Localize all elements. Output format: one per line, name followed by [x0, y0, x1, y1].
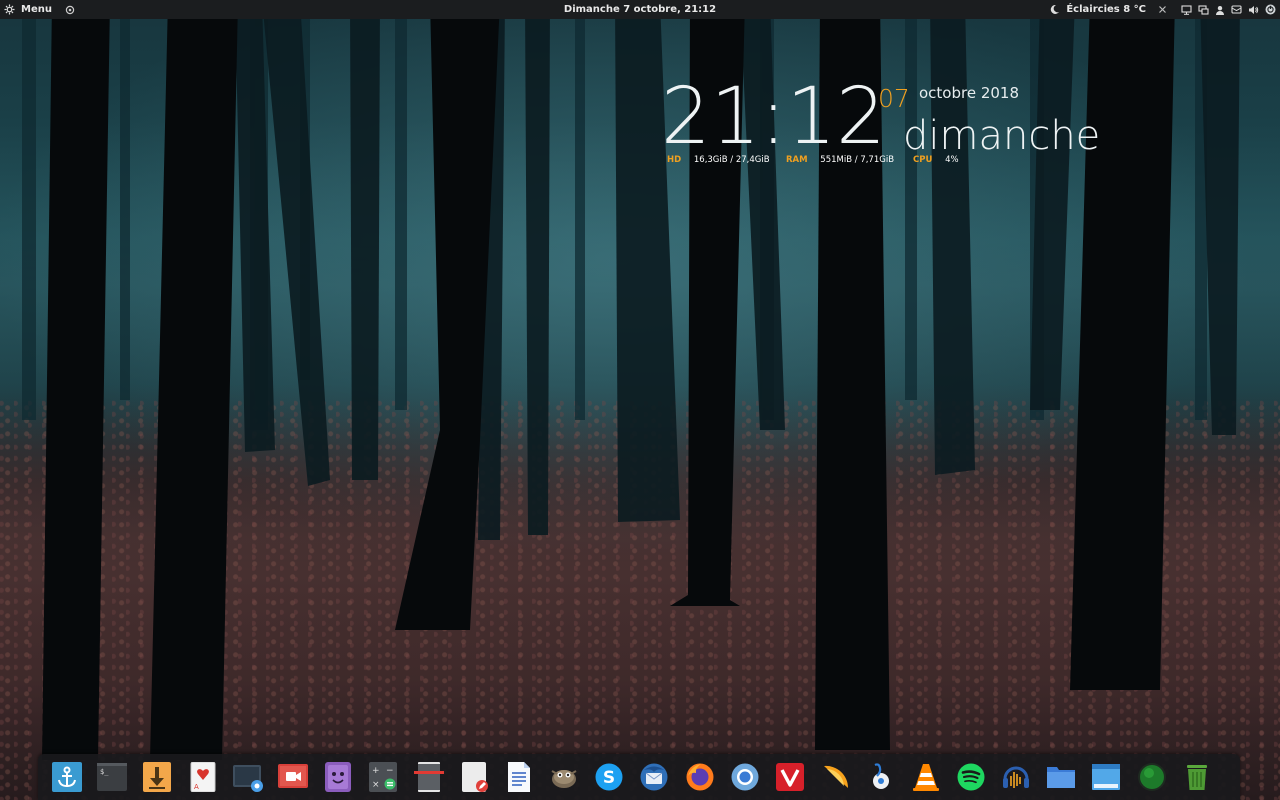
dock-item-firefox[interactable]: [685, 761, 715, 793]
spotify-icon: [957, 763, 985, 791]
dock-item-gimp[interactable]: [549, 761, 579, 793]
text-editor-icon: [461, 762, 488, 792]
gnome-maps-icon: [873, 763, 890, 789]
svg-text:$_: $_: [100, 768, 109, 776]
document-scanner-icon: [413, 762, 444, 792]
svg-text:A: A: [194, 783, 199, 791]
dock-item-solitaire[interactable]: A: [188, 761, 218, 793]
vivaldi-icon: [776, 763, 804, 791]
dock-item-download[interactable]: [142, 761, 172, 793]
cpu-value: 4%: [945, 155, 959, 165]
gimp-icon: [551, 770, 577, 788]
ram-label: RAM: [786, 155, 808, 165]
dock-item-thunderbird[interactable]: [639, 761, 669, 793]
svg-text:S: S: [603, 768, 615, 788]
screen-recorder-icon: [277, 764, 308, 788]
clock-weekday: dimanche: [903, 113, 1101, 159]
screenshot-icon: [232, 765, 263, 792]
dock-item-anchor[interactable]: [52, 761, 82, 793]
dock-item-screenshot[interactable]: [232, 761, 263, 793]
dock-item-spotify[interactable]: [956, 761, 986, 793]
window-icon: [1092, 764, 1121, 790]
calculator-icon: + −×: [369, 762, 398, 792]
skype-icon: S: [595, 763, 623, 791]
dock-item-files[interactable]: [1046, 761, 1076, 793]
dock: $_ A + − × S: [38, 754, 1240, 800]
dock-item-face-app[interactable]: [323, 761, 353, 793]
face-app-icon: [325, 762, 352, 792]
hd-label: HD: [667, 155, 682, 165]
dock-item-audacity[interactable]: [1001, 761, 1031, 793]
dock-item-gnome-maps[interactable]: [865, 761, 895, 793]
ram-value: 551MiB / 7,71GiB: [820, 155, 895, 165]
dock-item-text-editor[interactable]: [459, 761, 489, 793]
svg-text:+: +: [372, 766, 380, 776]
dock-item-orange-slice[interactable]: [820, 761, 850, 793]
dock-item-vlc[interactable]: [911, 761, 941, 793]
vlc-icon: [912, 764, 939, 791]
audacity-icon: [1002, 766, 1029, 788]
download-icon: [143, 762, 172, 792]
terminal-icon: $_: [97, 763, 128, 791]
thunderbird-icon: [640, 763, 668, 791]
green-orb-icon: [1137, 763, 1166, 791]
dock-item-terminal[interactable]: $_: [97, 761, 128, 793]
clock-day-number: 07: [878, 84, 910, 113]
hd-stat: HD 16,3GiB / 27,4GiB: [667, 156, 770, 165]
svg-text:×: ×: [372, 780, 380, 790]
dock-item-writer[interactable]: [504, 761, 534, 793]
dock-item-chromium[interactable]: [730, 761, 760, 793]
dock-item-document-scanner[interactable]: [413, 761, 444, 793]
cpu-label: CPU: [913, 155, 933, 165]
cpu-stat: CPU 4%: [913, 156, 959, 165]
hd-value: 16,3GiB / 27,4GiB: [693, 155, 770, 165]
solitaire-icon: A: [190, 762, 216, 792]
ram-stat: RAM 551MiB / 7,71GiB: [786, 156, 894, 165]
conky-clock-widget: 21:12 07 octobre 2018 dimanche HD 16,3Gi…: [0, 0, 1280, 200]
svg-text:−: −: [386, 766, 394, 776]
chromium-icon: [731, 763, 759, 791]
clock-month-year: octobre 2018: [919, 84, 1020, 102]
trash-icon: [1186, 765, 1207, 790]
dock-item-screen-recorder[interactable]: [277, 761, 308, 793]
writer-icon: [507, 762, 530, 792]
anchor-icon: [52, 762, 82, 792]
dock-item-green-orb[interactable]: [1137, 761, 1167, 793]
folder-icon: [1047, 767, 1076, 788]
firefox-icon: [686, 763, 714, 791]
dock-item-skype[interactable]: S: [594, 761, 624, 793]
dock-item-window[interactable]: [1091, 761, 1121, 793]
dock-item-vivaldi[interactable]: [775, 761, 805, 793]
dock-item-calculator[interactable]: + − ×: [368, 761, 398, 793]
orange-slice-icon: [824, 765, 849, 788]
dock-item-trash[interactable]: [1182, 761, 1212, 793]
clock-time: 21:12: [661, 72, 886, 162]
dock-items: $_ A + − × S: [52, 761, 1212, 793]
